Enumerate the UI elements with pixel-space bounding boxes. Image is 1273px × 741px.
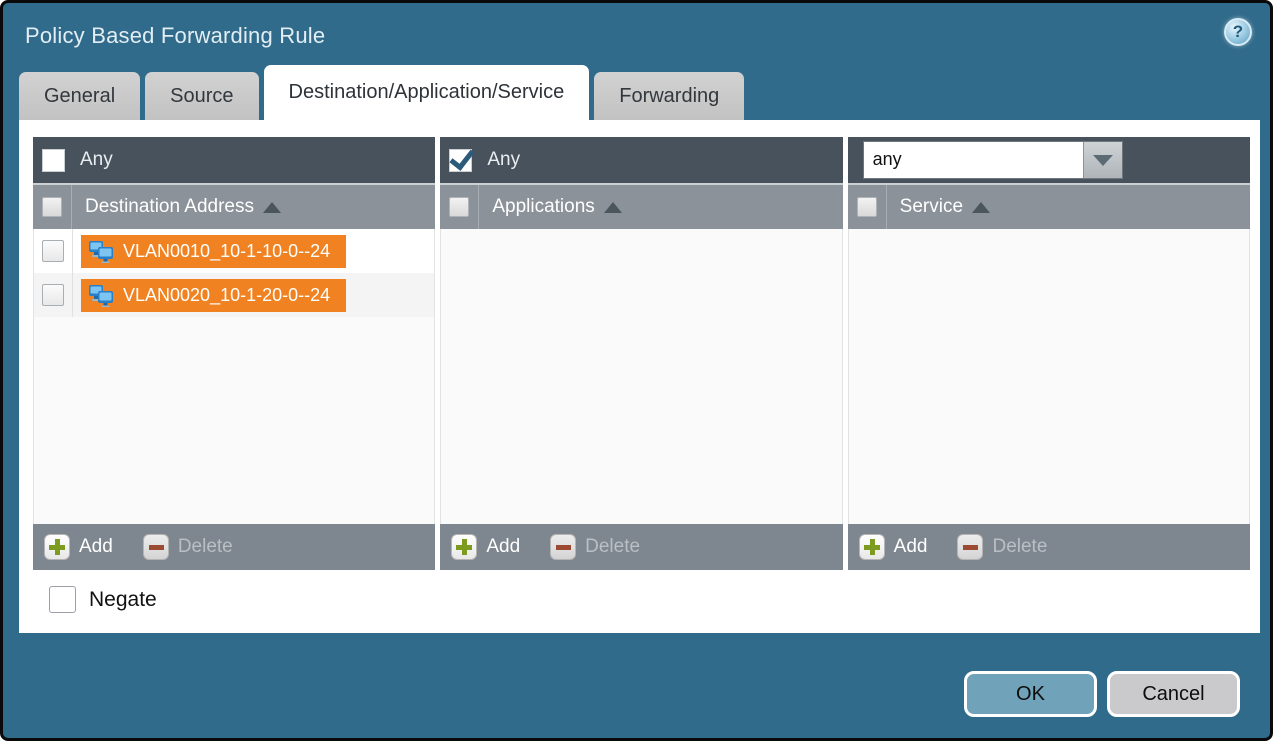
applications-any-label: Any [487,149,520,171]
service-select-all-checkbox[interactable] [857,197,877,217]
row-checkbox[interactable] [42,284,64,306]
applications-header-label: Applications [492,196,594,218]
sort-ascending-icon [263,202,281,213]
add-button[interactable]: Add [451,534,520,560]
applications-any-checkbox[interactable] [449,149,472,172]
service-column: any Service Add [848,137,1250,570]
delete-button[interactable]: Delete [957,534,1047,560]
page-title: Policy Based Forwarding Rule [25,23,325,49]
tab-general[interactable]: General [19,72,140,120]
delete-button[interactable]: Delete [143,534,233,560]
destination-any-checkbox[interactable] [42,149,65,172]
tab-forwarding[interactable]: Forwarding [594,72,744,120]
applications-any-header: Any [440,137,842,183]
destination-toolbar: Add Delete [33,524,435,570]
content-panel: Any Destination Address [19,120,1260,633]
chevron-down-icon [1093,155,1113,166]
service-any-header: any [848,137,1250,183]
negate-checkbox[interactable] [49,586,76,613]
address-item-label: VLAN0010_10-1-10-0--24 [123,241,330,262]
title-bar: Policy Based Forwarding Rule ? [3,3,1270,65]
sort-ascending-icon [972,202,990,213]
service-type-value: any [864,142,1083,178]
table-row: VLAN0020_10-1-20-0--24 [34,273,434,317]
applications-column: Any Applications Add Delete [440,137,842,570]
destination-any-label: Any [80,149,113,171]
applications-select-all-checkbox[interactable] [449,197,469,217]
network-address-icon [88,283,114,307]
help-icon: ? [1233,22,1243,42]
add-plus-icon [859,534,885,560]
destination-header-label: Destination Address [85,196,254,218]
delete-minus-icon [550,534,576,560]
add-plus-icon [44,534,70,560]
service-column-header[interactable]: Service [848,183,1250,229]
negate-row: Negate [49,586,1260,613]
sort-ascending-icon [604,202,622,213]
network-address-icon [88,239,114,263]
table-row: VLAN0010_10-1-10-0--24 [34,229,434,273]
service-list [848,229,1250,524]
tab-bar: General Source Destination/Application/S… [3,65,1270,120]
service-type-dropdown[interactable]: any [863,141,1123,179]
cancel-button[interactable]: Cancel [1107,671,1240,717]
service-header-label: Service [900,196,963,218]
help-button[interactable]: ? [1224,18,1252,46]
add-plus-icon [451,534,477,560]
add-button[interactable]: Add [44,534,113,560]
service-toolbar: Add Delete [848,524,1250,570]
address-item[interactable]: VLAN0010_10-1-10-0--24 [81,235,346,268]
dropdown-button[interactable] [1083,142,1122,178]
destination-any-header: Any [33,137,435,183]
applications-list [440,229,842,524]
address-item[interactable]: VLAN0020_10-1-20-0--24 [81,279,346,312]
destination-address-column: Any Destination Address [33,137,435,570]
dialog-actions: OK Cancel [964,671,1240,717]
delete-minus-icon [957,534,983,560]
applications-toolbar: Add Delete [440,524,842,570]
delete-minus-icon [143,534,169,560]
destination-select-all-checkbox[interactable] [42,197,62,217]
negate-label: Negate [89,588,157,612]
ok-button[interactable]: OK [964,671,1097,717]
address-item-label: VLAN0020_10-1-20-0--24 [123,285,330,306]
destination-address-list: VLAN0010_10-1-10-0--24 [33,229,435,524]
delete-button[interactable]: Delete [550,534,640,560]
destination-column-header[interactable]: Destination Address [33,183,435,229]
row-checkbox[interactable] [42,240,64,262]
tab-destination-application-service[interactable]: Destination/Application/Service [264,65,590,120]
applications-column-header[interactable]: Applications [440,183,842,229]
pbf-rule-dialog: Policy Based Forwarding Rule ? General S… [0,0,1273,741]
add-button[interactable]: Add [859,534,928,560]
tab-source[interactable]: Source [145,72,258,120]
